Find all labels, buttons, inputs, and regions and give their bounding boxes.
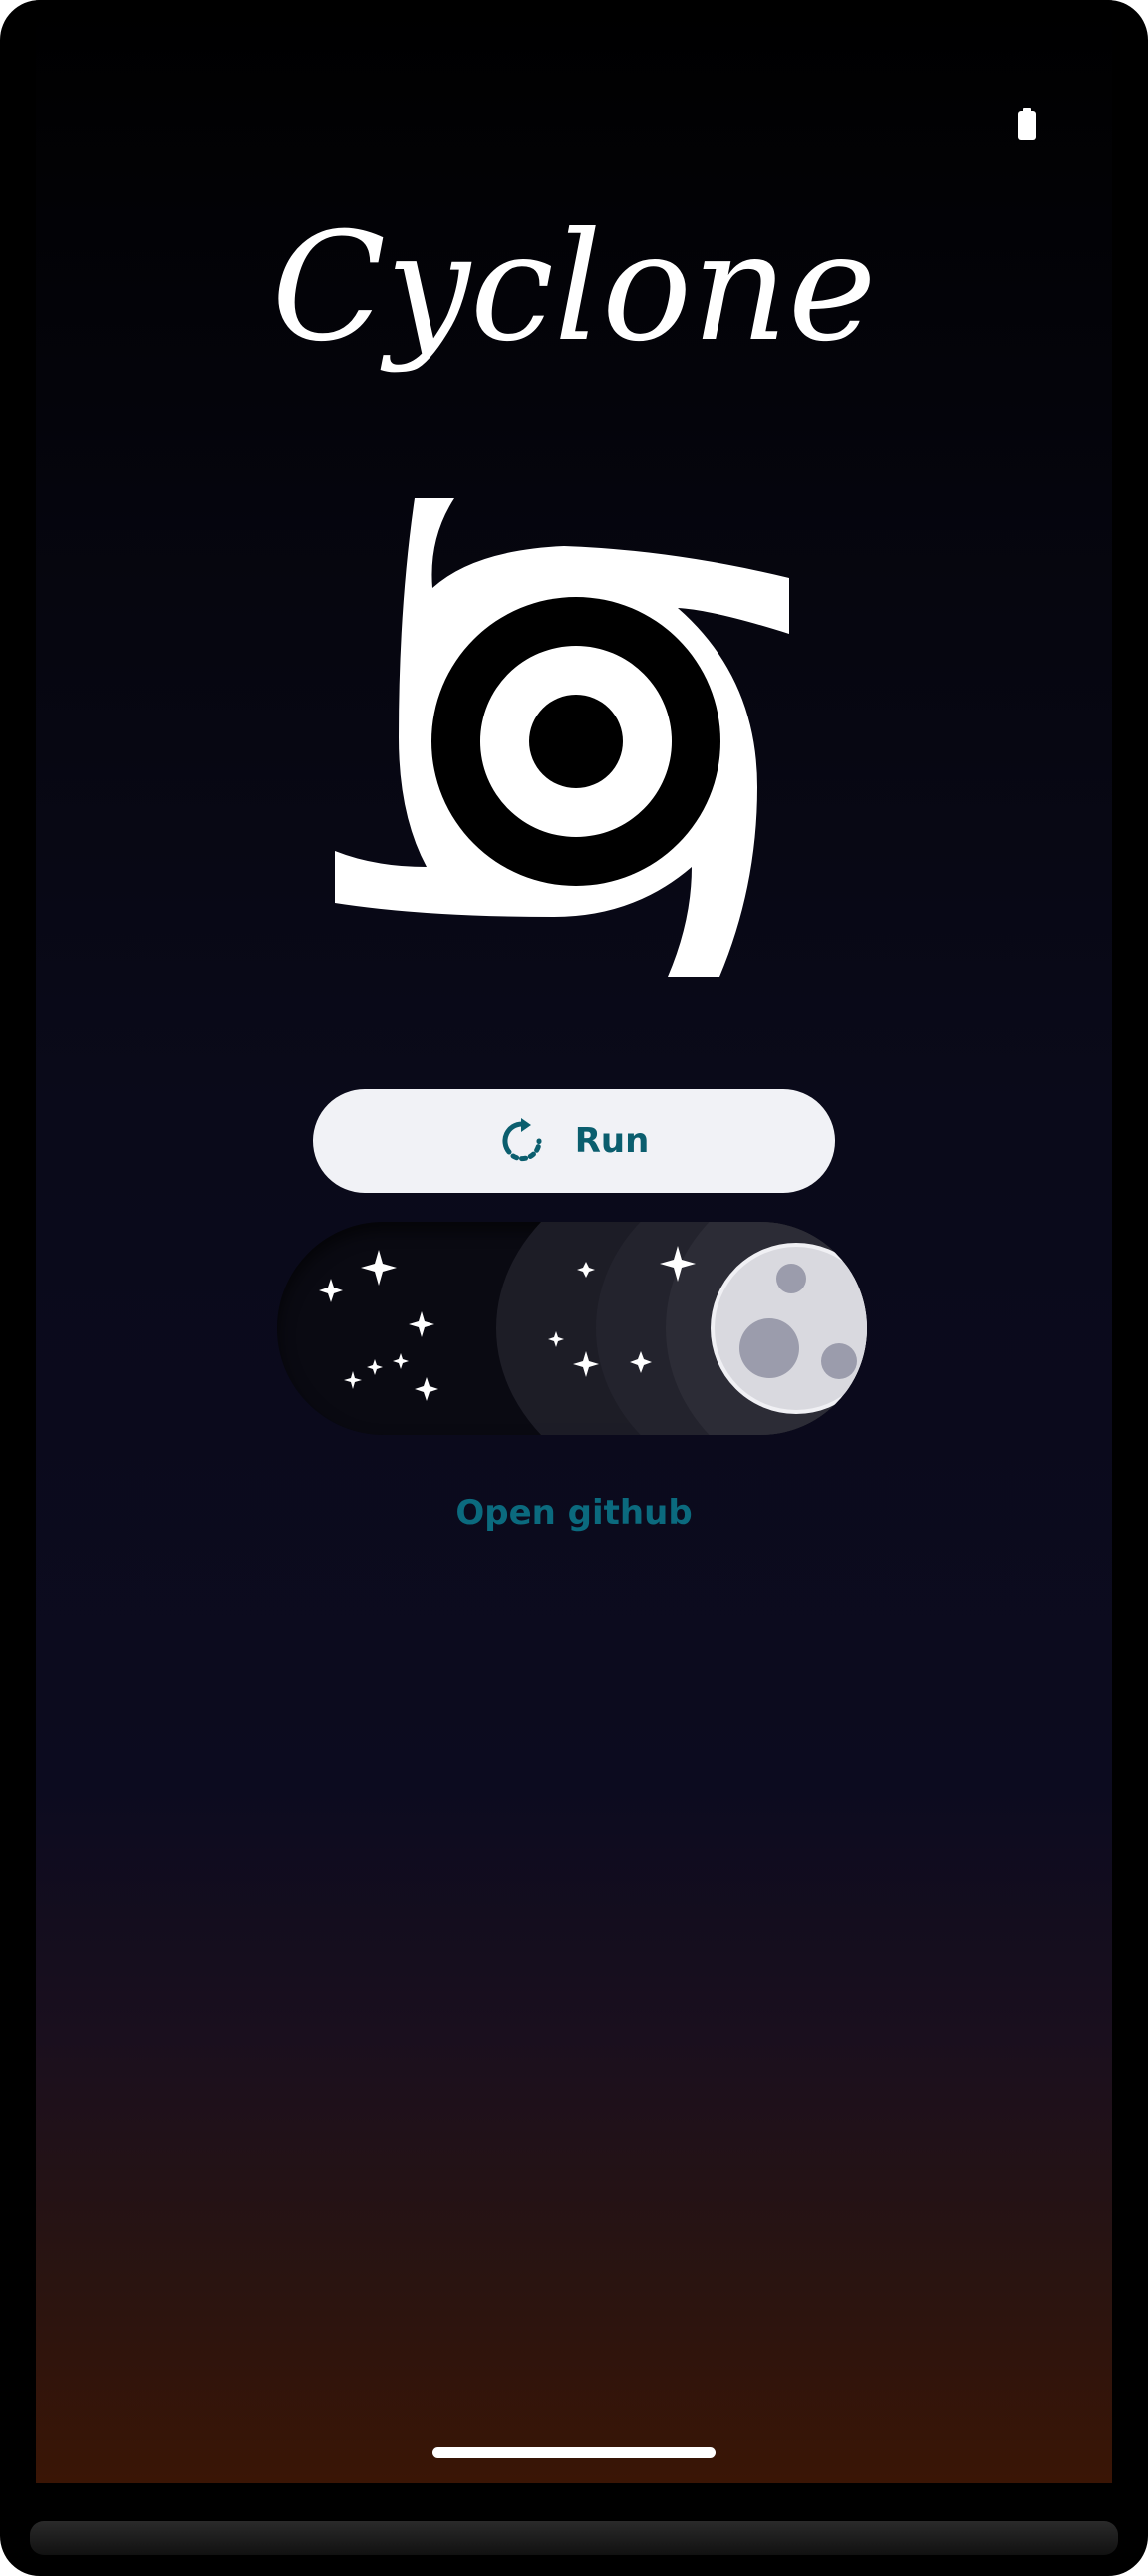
star-icon: [361, 1250, 397, 1286]
star-icon: [393, 1353, 409, 1369]
svg-text:Cyclone: Cyclone: [271, 201, 876, 375]
run-button[interactable]: Run: [313, 1089, 835, 1193]
refresh-icon: [502, 1118, 542, 1162]
star-icon: [319, 1279, 343, 1302]
star-icon: [415, 1377, 438, 1401]
cyclone-logo-icon: [335, 498, 789, 977]
device-bottom-bezel: [30, 2521, 1118, 2555]
run-label: Run: [574, 1121, 650, 1161]
app-screen: Cyclone Run Open github: [36, 0, 1112, 2483]
device-frame: Cyclone Run Open github: [0, 0, 1148, 2576]
star-icon: [409, 1311, 434, 1337]
night-sky-track: [319, 1222, 867, 1435]
theme-toggle-switch[interactable]: [277, 1222, 867, 1435]
star-icon: [344, 1371, 362, 1389]
app-title: Cyclone: [271, 201, 876, 375]
home-indicator[interactable]: [432, 2447, 716, 2458]
battery-icon: [1018, 108, 1036, 140]
star-icon: [367, 1359, 383, 1375]
open-github-link[interactable]: Open github: [36, 1493, 1112, 1533]
